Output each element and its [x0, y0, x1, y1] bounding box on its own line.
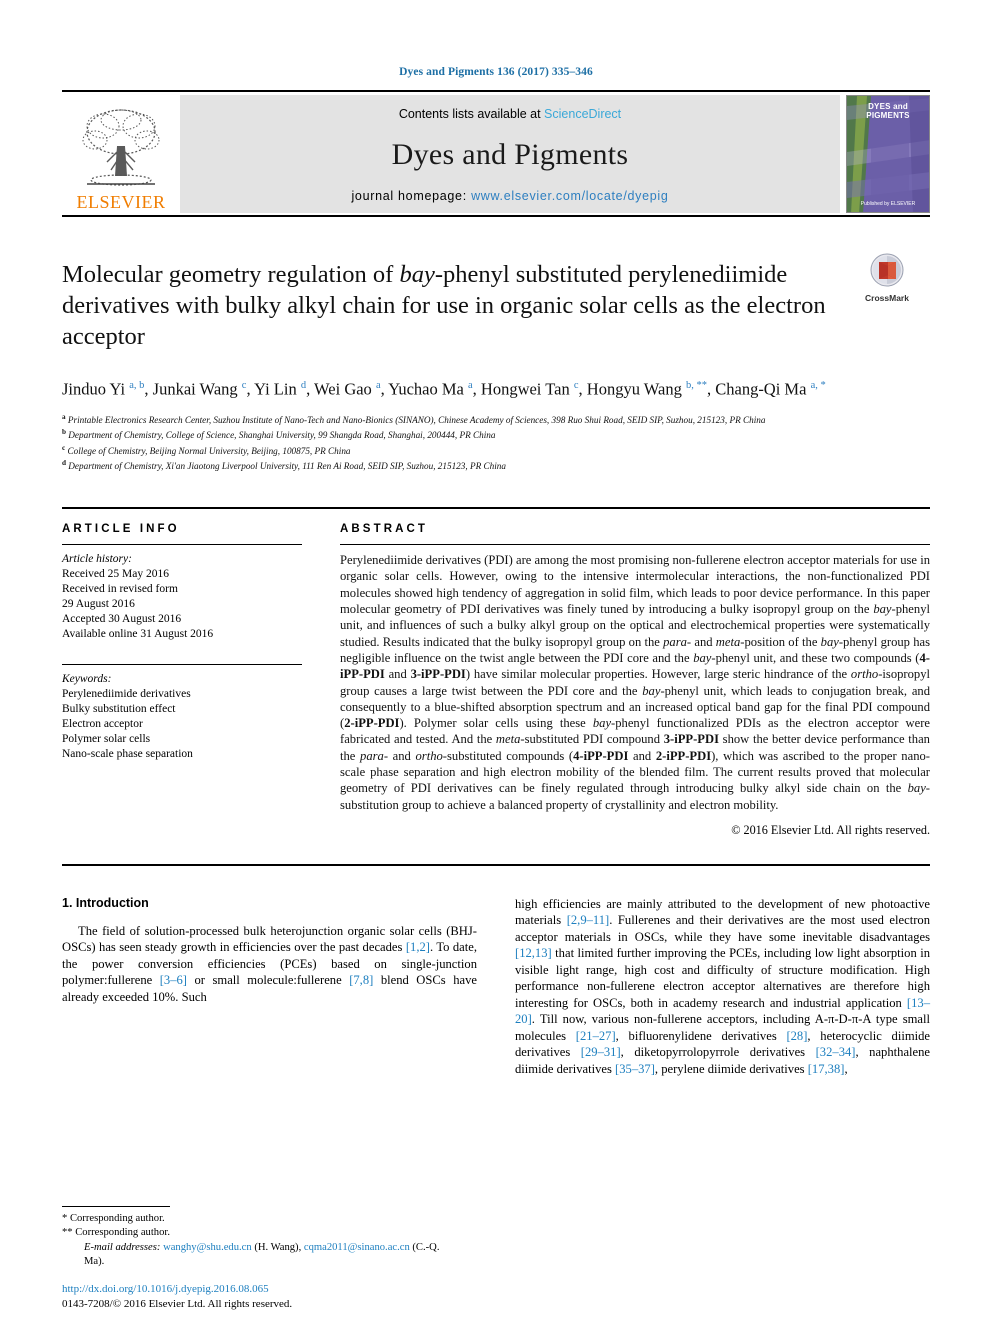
- sciencedirect-link[interactable]: ScienceDirect: [544, 107, 621, 121]
- page-title: Molecular geometry regulation of bay-phe…: [62, 261, 826, 350]
- article-history-label: Article history:: [62, 553, 132, 566]
- abstract-text: Perylenediimide derivatives (PDI) are am…: [340, 553, 931, 812]
- intro-paragraph-left: The field of solution-processed bulk het…: [62, 923, 477, 1004]
- abstract-heading: ABSTRACT: [340, 523, 429, 536]
- doi-link[interactable]: http://dx.doi.org/10.1016/j.dyepig.2016.…: [62, 1282, 292, 1297]
- elsevier-wordmark: ELSEVIER: [76, 192, 166, 212]
- keywords-label: Keywords:: [62, 673, 112, 686]
- cover-journal-title: DYES and PIGMENTS: [866, 102, 910, 120]
- body-columns: 1. Introduction The field of solution-pr…: [62, 896, 930, 1078]
- keyword-item: Perylenediimide derivatives: [62, 688, 191, 701]
- article-first-page: Dyes and Pigments 136 (2017) 335–346 ELS…: [0, 0, 992, 1323]
- abstract-rule: [340, 544, 930, 546]
- history-item: Accepted 30 August 2016: [62, 613, 182, 626]
- elsevier-tree-icon: [71, 106, 171, 192]
- article-info-heading: ARTICLE INFO: [62, 523, 180, 536]
- crossmark-badge[interactable]: CrossMark: [844, 253, 930, 303]
- history-item: Available online 31 August 2016: [62, 628, 214, 641]
- running-head: Dyes and Pigments 136 (2017) 335–346: [399, 66, 593, 78]
- abstract-copyright: © 2016 Elsevier Ltd. All rights reserved…: [731, 822, 930, 837]
- affiliation-text: Department of Chemistry, College of Scie…: [68, 430, 496, 441]
- keywords-block: Keywords: Perylenediimide derivatives Bu…: [62, 664, 302, 762]
- author-list: Jinduo Yi a, b, Junkai Wang c, Yi Lin d,…: [62, 379, 826, 399]
- keyword-item: Polymer solar cells: [62, 733, 151, 746]
- footnote-rule: [62, 1206, 170, 1208]
- masthead-bottom-rule: [62, 215, 930, 217]
- history-item: 29 August 2016: [62, 598, 135, 611]
- crossmark-icon: [870, 253, 904, 291]
- corresponding-author-note-1: * Corresponding author.: [62, 1213, 165, 1225]
- elsevier-logo: ELSEVIER: [62, 95, 180, 213]
- affiliation-item: a Printable Electronics Research Center,…: [62, 411, 930, 427]
- title-block: Molecular geometry regulation of bay-phe…: [62, 253, 930, 352]
- abstract-column: ABSTRACT Perylenediimide derivatives (PD…: [340, 523, 930, 838]
- affiliation-item: c College of Chemistry, Beijing Normal U…: [62, 442, 930, 458]
- email-link-2[interactable]: cqma2011@sinano.ac.cn: [304, 1242, 410, 1253]
- masthead-center: Contents lists available at ScienceDirec…: [180, 95, 840, 213]
- homepage-url-link[interactable]: www.elsevier.com/locate/dyepig: [471, 189, 668, 203]
- affiliation-marker: b: [62, 428, 66, 437]
- journal-masthead: ELSEVIER Contents lists available at Sci…: [62, 90, 930, 213]
- affiliation-list: a Printable Electronics Research Center,…: [62, 411, 930, 474]
- keywords-rule: [62, 664, 302, 666]
- email-owner-1: (H. Wang),: [254, 1241, 302, 1253]
- affiliation-item: b Department of Chemistry, College of Sc…: [62, 426, 930, 442]
- affiliation-item: d Department of Chemistry, Xi'an Jiaoton…: [62, 457, 930, 473]
- issn-copyright-line: 0143-7208/© 2016 Elsevier Ltd. All right…: [62, 1297, 293, 1310]
- article-info-rule: [62, 544, 302, 546]
- history-item: Received in revised form: [62, 583, 178, 596]
- section-heading-introduction: 1. Introduction: [62, 895, 149, 910]
- homepage-label: journal homepage:: [351, 189, 472, 203]
- affiliation-text: Department of Chemistry, Xi'an Jiaotong …: [68, 461, 506, 472]
- crossmark-label: CrossMark: [865, 293, 909, 303]
- affiliation-marker: a: [62, 412, 66, 421]
- abstract-bottom-rule: [62, 863, 930, 866]
- cover-publisher-note: Published by ELSEVIER: [860, 201, 916, 207]
- footnote-block: * Corresponding author. ** Corresponding…: [62, 1206, 454, 1269]
- email-addresses-note: E-mail addresses: wanghy@shu.edu.cn (H. …: [62, 1241, 454, 1269]
- keyword-item: Bulky substitution effect: [62, 703, 176, 716]
- article-history-list: Received 25 May 2016 Received in revised…: [62, 567, 302, 642]
- keyword-item: Nano-scale phase separation: [62, 748, 193, 761]
- article-info-column: ARTICLE INFO Article history: Received 2…: [62, 523, 302, 838]
- affiliation-marker: c: [62, 443, 66, 452]
- keywords-list: Perylenediimide derivatives Bulky substi…: [62, 687, 302, 762]
- contents-prefix: Contents lists available at: [398, 107, 545, 121]
- history-item: Received 25 May 2016: [62, 568, 169, 581]
- affiliation-marker: d: [62, 459, 66, 468]
- doi-block: http://dx.doi.org/10.1016/j.dyepig.2016.…: [62, 1282, 292, 1311]
- journal-cover-thumbnail: DYES and PIGMENTS Published by ELSEVIER: [846, 95, 930, 213]
- contents-available-line: Contents lists available at ScienceDirec…: [399, 107, 621, 121]
- affiliation-text: Printable Electronics Research Center, S…: [67, 414, 766, 425]
- body-column-right: high efficiencies are mainly attributed …: [515, 896, 930, 1078]
- email-link-1[interactable]: wanghy@shu.edu.cn: [163, 1242, 252, 1253]
- affiliation-text: College of Chemistry, Beijing Normal Uni…: [67, 445, 351, 456]
- intro-paragraph-right: high efficiencies are mainly attributed …: [515, 896, 931, 1076]
- info-abstract-row: ARTICLE INFO Article history: Received 2…: [62, 507, 930, 838]
- journal-homepage-line: journal homepage: www.elsevier.com/locat…: [351, 189, 668, 203]
- corresponding-author-note-2: ** Corresponding author.: [62, 1227, 170, 1239]
- journal-title: Dyes and Pigments: [391, 138, 629, 171]
- body-column-left: 1. Introduction The field of solution-pr…: [62, 896, 477, 1078]
- keyword-item: Electron acceptor: [62, 718, 143, 731]
- email-label: E-mail addresses:: [84, 1241, 161, 1253]
